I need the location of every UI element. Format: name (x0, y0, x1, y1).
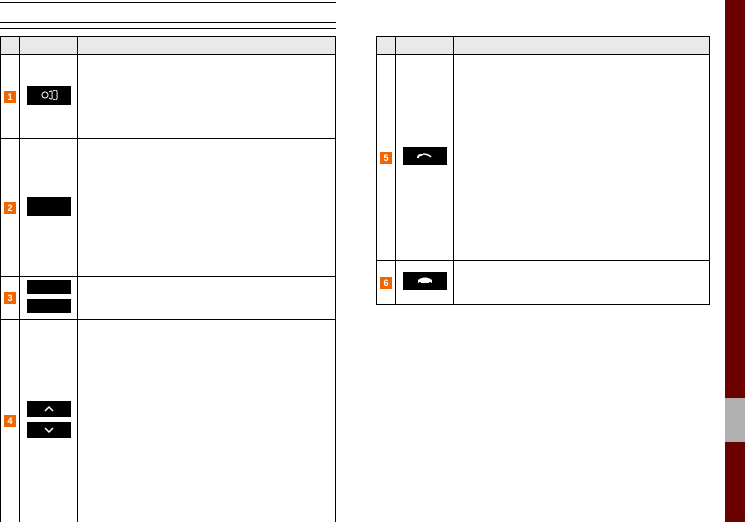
chevron-up-icon (39, 405, 59, 413)
row-description (454, 261, 710, 305)
row-description (78, 277, 336, 320)
table-row: 2 (1, 139, 336, 277)
table-row: 6 (377, 261, 710, 305)
buttons-table-right: 5 6 (376, 36, 710, 305)
table-header-row (377, 37, 710, 55)
voice-command-icon (39, 90, 59, 100)
table-row: 5 (377, 55, 710, 261)
row-description (78, 139, 336, 277)
table-row: 4 (1, 319, 336, 522)
rule-line (0, 28, 336, 29)
volume-up-button-icon (27, 401, 71, 417)
handset-pickup-icon (414, 151, 436, 161)
blank-icon (39, 284, 59, 290)
row-number-badge: 2 (4, 202, 16, 214)
col-header-empty (377, 37, 396, 55)
col-header-function (78, 37, 336, 55)
chevron-down-icon (39, 426, 59, 434)
section-index-sidebar (725, 0, 745, 522)
col-header-button (396, 37, 454, 55)
handset-hangup-icon (414, 276, 436, 286)
col-header-empty (1, 37, 20, 55)
row-description (454, 55, 710, 261)
col-header-function (454, 37, 710, 55)
row-description (78, 55, 336, 139)
row-number-badge: 6 (380, 277, 392, 289)
blank-icon (39, 303, 59, 309)
row-number-badge: 1 (4, 91, 16, 103)
col-header-button (20, 37, 78, 55)
back-button-icon (27, 197, 71, 216)
buttons-table-left: 1 2 (0, 36, 336, 522)
talk-button-icon (27, 86, 71, 105)
table-row: 3 (1, 277, 336, 320)
row-description (78, 319, 336, 522)
section-index-current-marker (725, 398, 745, 442)
button-stack (27, 288, 71, 315)
off-hook-button-icon (403, 147, 447, 165)
volume-button-stack (27, 411, 71, 440)
blank-icon (39, 201, 59, 211)
volume-down-button-icon (27, 422, 71, 438)
on-hook-button-icon (403, 272, 447, 290)
row-number-badge: 5 (380, 152, 392, 164)
row-number-badge: 4 (4, 415, 16, 427)
table-header-row (1, 37, 336, 55)
rule-line (0, 2, 336, 3)
blank-button-icon (27, 280, 71, 294)
row-number-badge: 3 (4, 292, 16, 304)
rule-line (0, 22, 336, 23)
blank-button-icon (27, 299, 71, 313)
table-row: 1 (1, 55, 336, 139)
manual-page: 1 2 (0, 0, 745, 522)
